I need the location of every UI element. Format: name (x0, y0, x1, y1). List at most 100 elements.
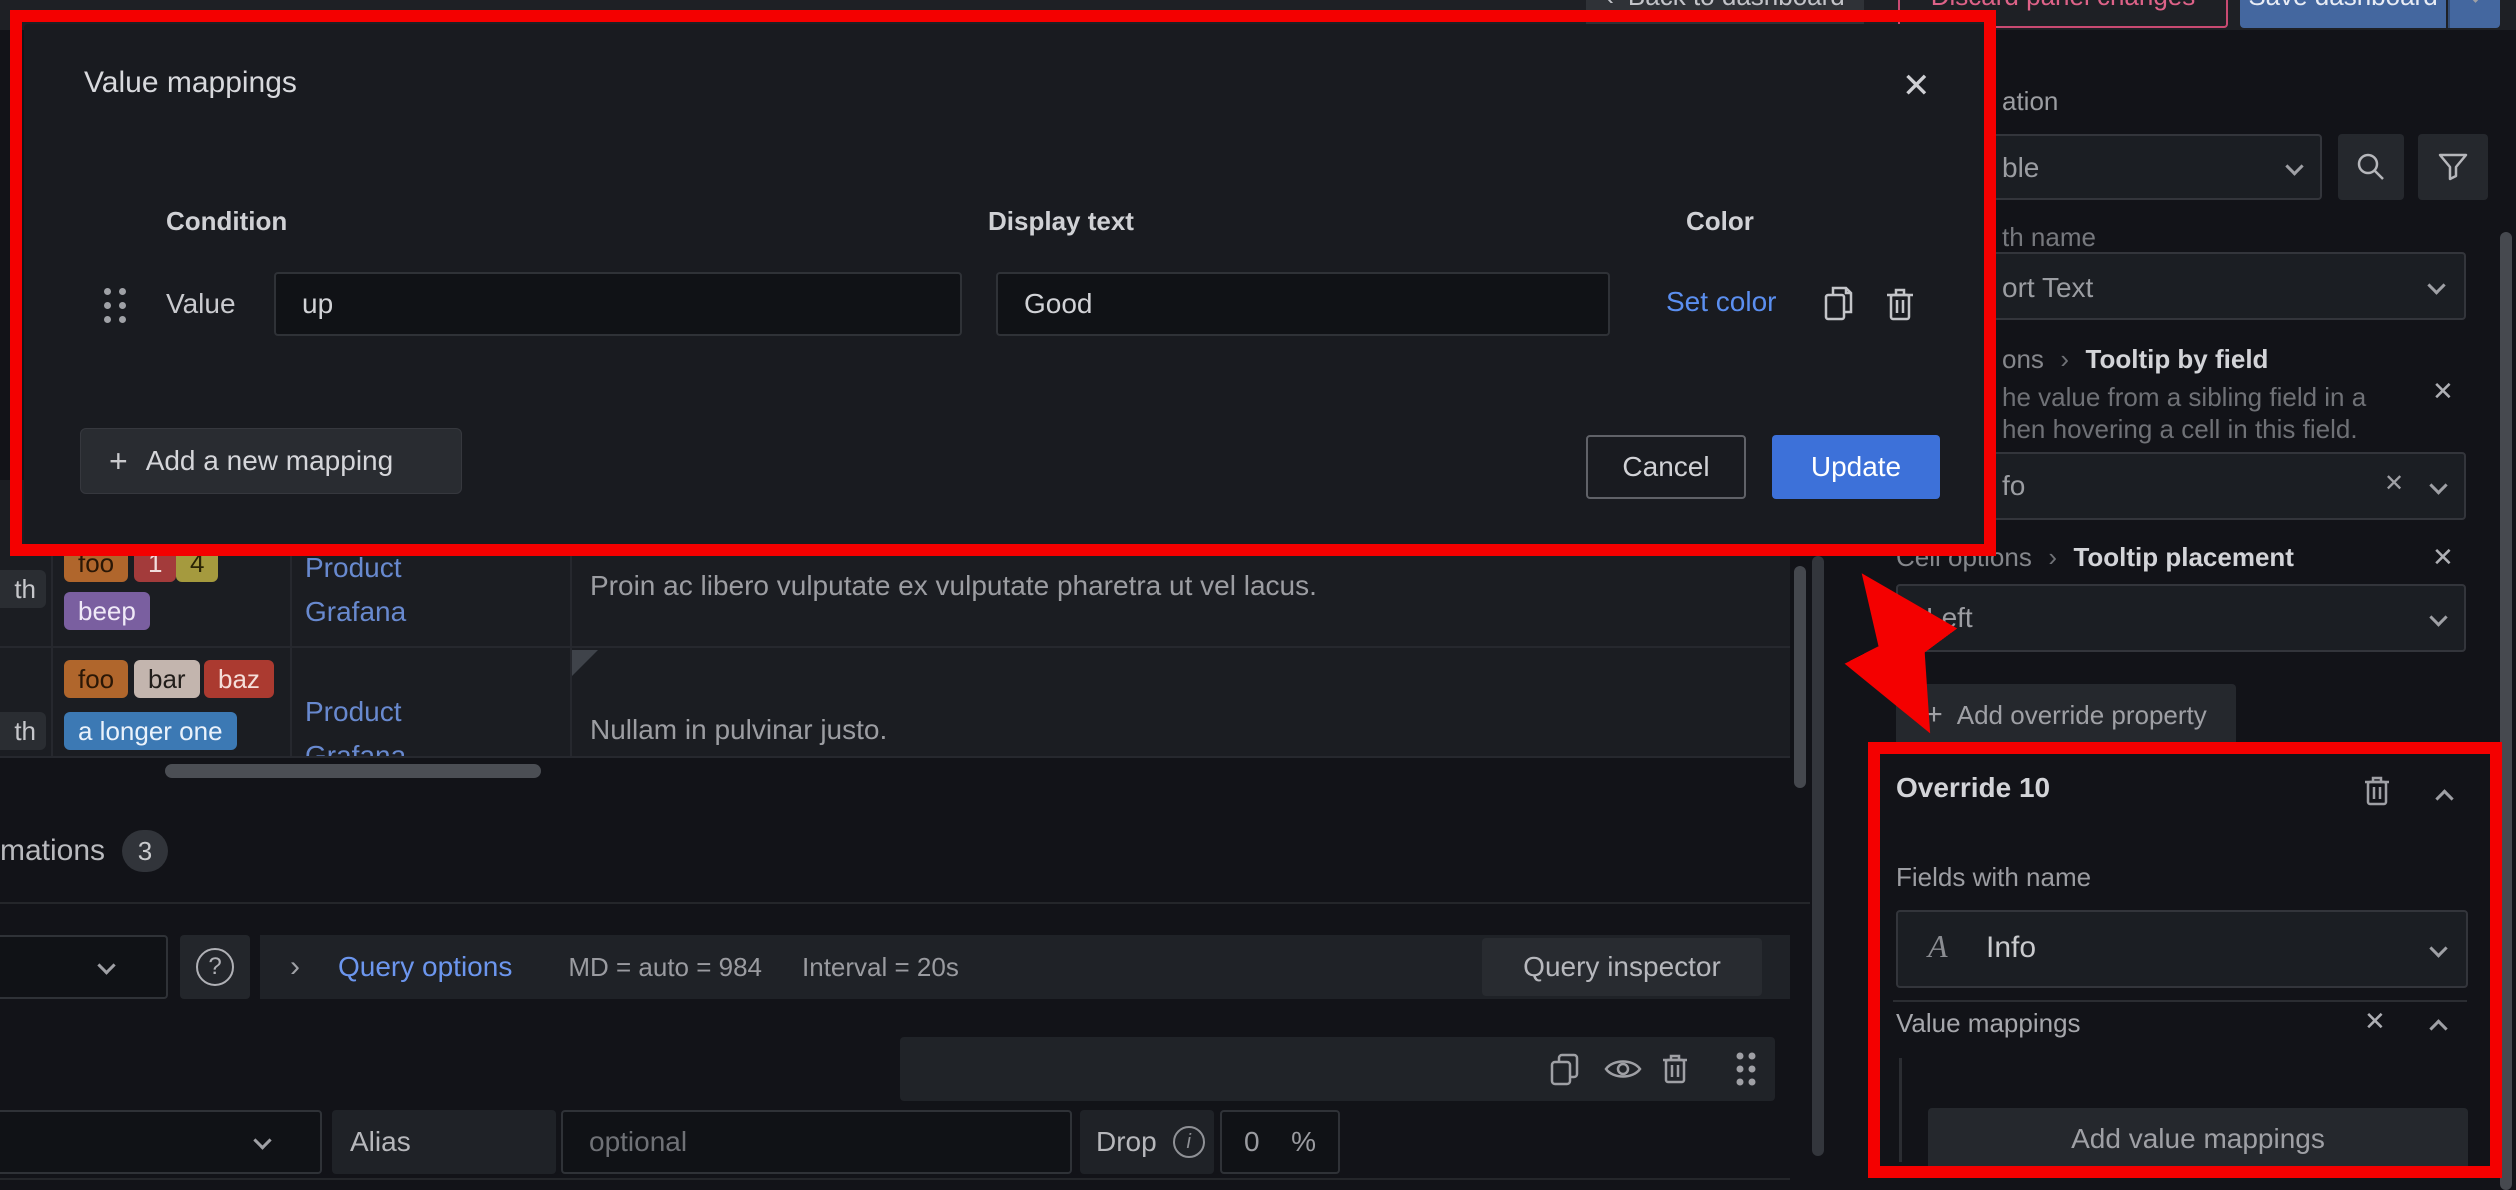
override-divider (1893, 1000, 2467, 1002)
table-vertical-scrollbar[interactable] (1794, 566, 1806, 788)
tooltip-placement-value: Left (1926, 602, 1973, 634)
display-text-column-header: Display text (988, 206, 1134, 237)
fields-with-name-label: Fields with name (1896, 862, 2091, 893)
field-type-icon: A (1928, 928, 1948, 965)
row-divider (0, 646, 1790, 648)
max-datapoints-text: MD = auto = 984 (568, 952, 762, 983)
grafana-link-clipped[interactable]: Grafana (305, 740, 406, 756)
viz-label-fragment: ation (2002, 86, 2058, 117)
modal-title: Value mappings (84, 66, 297, 100)
delete-override-icon[interactable] (2362, 774, 2392, 808)
fields-name-label-fragment: th name (2002, 222, 2096, 253)
search-icon (2355, 151, 2387, 183)
product-link[interactable]: Product (305, 696, 402, 728)
chevron-down-icon (2429, 939, 2447, 957)
viz-value-fragment: ble (2002, 152, 2039, 184)
help-button[interactable]: ? (180, 935, 250, 999)
tooltip-placement-select[interactable]: Left (1896, 584, 2466, 652)
tag-a-longer-one: a longer one (64, 712, 237, 750)
interval-text: Interval = 20s (802, 952, 959, 983)
percent-label: % (1291, 1126, 1316, 1158)
tag-bar: bar (134, 660, 200, 698)
info-icon[interactable]: i (1173, 1126, 1205, 1158)
grafana-link[interactable]: Grafana (305, 596, 406, 628)
condition-column-header: Condition (166, 206, 287, 237)
save-dashboard-caret-button[interactable] (2448, 0, 2500, 28)
indent-guide (1899, 1058, 1902, 1162)
remove-property-icon[interactable]: ✕ (2364, 1008, 2386, 1034)
cell-corner-marker (572, 650, 598, 676)
trash-icon[interactable] (1660, 1052, 1690, 1086)
plus-icon: + (109, 443, 128, 480)
product-link[interactable]: Product (305, 552, 402, 584)
discard-label: Discard panel changes (1931, 0, 2196, 12)
update-button[interactable]: Update (1772, 435, 1940, 499)
chevron-down-icon (253, 1131, 271, 1149)
back-to-dashboard-label: Back to dashboard (1628, 0, 1845, 12)
back-chevron-icon: ‹ (1605, 0, 1614, 12)
drop-value: 0 (1244, 1126, 1260, 1158)
value-mappings-property-label: Value mappings (1896, 1008, 2081, 1039)
question-icon: ? (196, 948, 234, 986)
alias-input[interactable] (561, 1110, 1072, 1174)
override-prop-breadcrumb: ons › Tooltip by field (2002, 344, 2268, 375)
condition-value-input[interactable] (274, 272, 962, 336)
transformations-tab-fragment[interactable]: mations (0, 834, 105, 868)
duplicate-icon[interactable] (1548, 1052, 1582, 1086)
add-override-property-button[interactable]: + Add override property (1896, 684, 2236, 746)
delete-mapping-icon[interactable] (1884, 286, 1916, 322)
tag-4: 4 (176, 544, 218, 582)
copy-mapping-icon[interactable] (1820, 284, 1856, 324)
tag-baz: baz (204, 660, 274, 698)
override-prop-breadcrumb: Cell options › Tooltip placement (1896, 542, 2294, 573)
sidebar-scrollbar[interactable] (2500, 232, 2512, 1190)
tag-foo: foo (64, 660, 128, 698)
query-inspector-button[interactable]: Query inspector (1482, 938, 1762, 996)
override-title: Override 10 (1896, 772, 2050, 804)
remove-property-icon[interactable]: ✕ (2432, 544, 2454, 570)
search-options-button[interactable] (2338, 134, 2404, 200)
fields-value-fragment: ort Text (2002, 272, 2093, 304)
cancel-button[interactable]: Cancel (1586, 435, 1746, 499)
drag-handle-icon[interactable] (104, 288, 130, 324)
tag-beep: beep (64, 592, 150, 630)
clear-icon[interactable]: ✕ (2384, 472, 2404, 496)
filter-options-button[interactable] (2418, 134, 2488, 200)
save-dashboard-button[interactable]: Save dashboard (2240, 0, 2446, 28)
chevron-down-icon (97, 956, 115, 974)
add-new-mapping-button[interactable]: + Add a new mapping (80, 428, 462, 494)
table-cell-cut: th (0, 570, 46, 608)
datasource-picker[interactable] (0, 935, 168, 999)
pane-vertical-scrollbar[interactable] (1812, 556, 1824, 1156)
tag-1: 1 (134, 544, 176, 582)
drag-handle-icon[interactable] (1733, 1050, 1759, 1088)
color-column-header: Color (1686, 206, 1754, 237)
display-text-input[interactable] (996, 272, 1610, 336)
chevron-down-icon (2285, 157, 2303, 175)
mapping-type-label: Value (166, 288, 236, 320)
eye-icon[interactable] (1604, 1054, 1642, 1084)
drop-label: Drop i (1080, 1110, 1214, 1174)
remove-property-icon[interactable]: ✕ (2432, 378, 2454, 404)
collapse-property-icon[interactable] (2429, 1019, 2447, 1037)
filter-icon (2437, 152, 2469, 182)
set-color-link[interactable]: Set color (1666, 286, 1777, 318)
expand-chevron-icon: › (290, 950, 300, 984)
override-field-select[interactable]: A Info (1896, 910, 2468, 988)
query-options-label[interactable]: Query options (338, 951, 512, 983)
tag-foo: foo (64, 544, 128, 582)
section-divider (0, 902, 1810, 904)
property-description-line: hen hovering a cell in this field. (2002, 414, 2358, 445)
save-label: Save dashboard (2248, 0, 2437, 12)
drop-percent-input[interactable]: 0 % (1220, 1110, 1340, 1174)
query-type-picker[interactable] (0, 1110, 322, 1174)
property-description-line: he value from a sibling field in a (2002, 382, 2366, 413)
close-icon[interactable]: ✕ (1902, 66, 1931, 106)
transformations-count-badge: 3 (122, 830, 168, 872)
collapse-override-icon[interactable] (2435, 789, 2453, 807)
table-cell-cut: th (0, 712, 46, 750)
chevron-down-icon (2466, 0, 2484, 2)
add-value-mappings-button[interactable]: Add value mappings (1928, 1108, 2468, 1170)
chevron-down-icon (2427, 276, 2445, 294)
horizontal-scrollbar[interactable] (165, 764, 541, 778)
